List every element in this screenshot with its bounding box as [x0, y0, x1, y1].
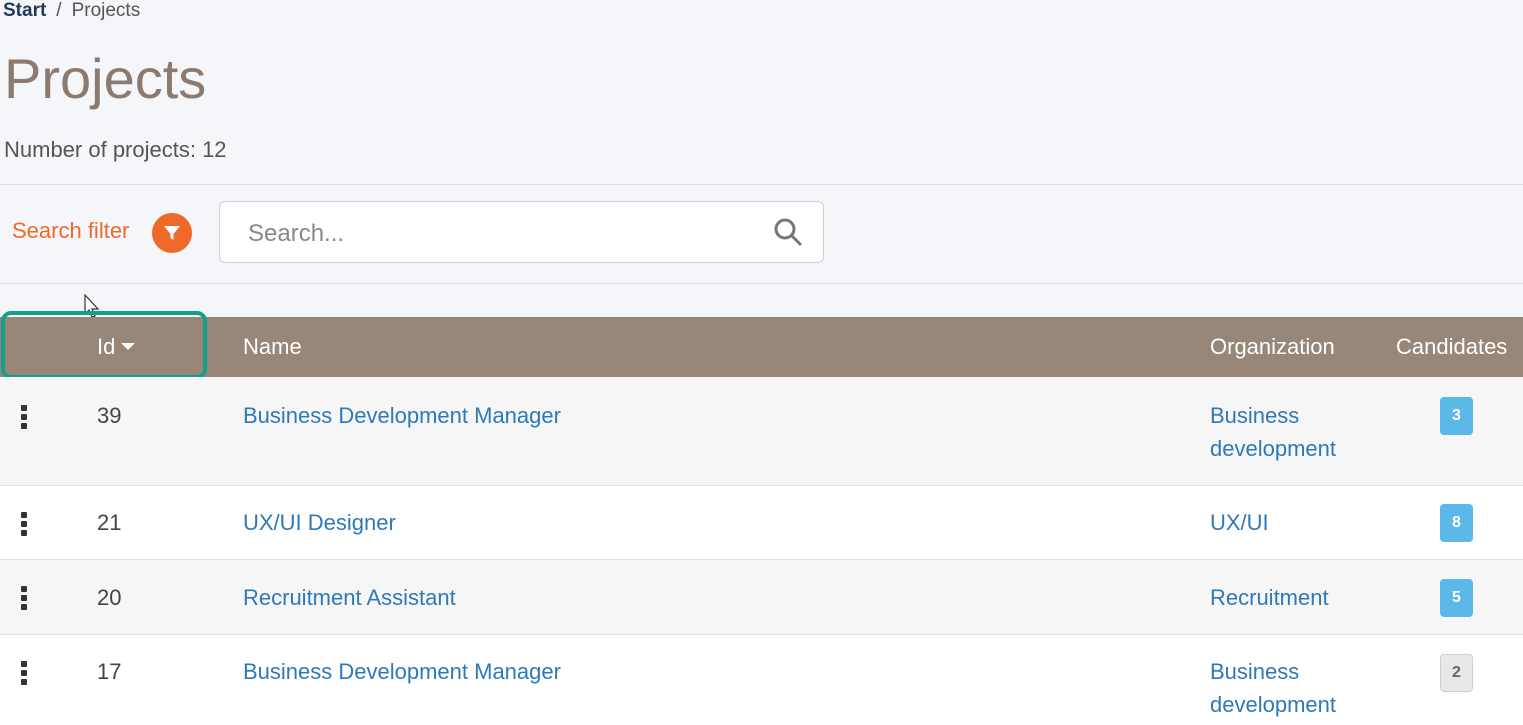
- id-column-highlight: [1, 311, 207, 379]
- row-id: 20: [97, 585, 122, 610]
- organization-link[interactable]: Recruitment: [1210, 581, 1329, 614]
- project-count: Number of projects: 12: [4, 137, 227, 162]
- table-row: 21 UX/UI Designer UX/UI 8: [0, 486, 1523, 560]
- column-header-organization[interactable]: Organization: [1210, 317, 1335, 377]
- project-name-link[interactable]: UX/UI Designer: [243, 506, 396, 539]
- organization-line-2: development: [1210, 436, 1336, 461]
- row-id: 39: [97, 403, 122, 428]
- row-id: 21: [97, 510, 122, 535]
- breadcrumb-start-link[interactable]: Start: [3, 0, 46, 21]
- breadcrumb-separator: /: [56, 0, 62, 21]
- divider-top: [0, 184, 1523, 185]
- column-header-candidates[interactable]: Candidates: [1396, 317, 1507, 377]
- breadcrumb: Start / Projects: [3, 0, 140, 22]
- column-header-name[interactable]: Name: [243, 317, 302, 377]
- organization-line-2: development: [1210, 692, 1336, 717]
- search-input[interactable]: [246, 214, 750, 254]
- row-id: 17: [97, 659, 122, 684]
- search-icon[interactable]: [773, 217, 803, 252]
- table-row: 39 Business Development Manager Business…: [0, 377, 1523, 486]
- row-menu-icon[interactable]: [21, 661, 27, 688]
- search-filter-link[interactable]: Search filter: [12, 215, 129, 247]
- row-menu-icon[interactable]: [21, 405, 27, 432]
- candidates-badge[interactable]: 3: [1440, 397, 1473, 435]
- project-name-link[interactable]: Business Development Manager: [243, 655, 561, 688]
- organization-line-1: Business: [1210, 403, 1300, 428]
- search-box: [219, 201, 824, 263]
- table-header: Id Name Organization Candidates: [0, 317, 1523, 377]
- project-name-link[interactable]: Business Development Manager: [243, 399, 561, 432]
- filter-icon[interactable]: [152, 213, 192, 253]
- organization-link[interactable]: Business development: [1210, 655, 1336, 721]
- table-row: 17 Business Development Manager Business…: [0, 635, 1523, 725]
- candidates-badge[interactable]: 8: [1440, 504, 1473, 542]
- table-row: 20 Recruitment Assistant Recruitment 5: [0, 560, 1523, 635]
- row-menu-icon[interactable]: [21, 512, 27, 539]
- organization-link[interactable]: Business development: [1210, 399, 1336, 465]
- row-menu-icon[interactable]: [21, 586, 27, 613]
- candidates-badge[interactable]: 5: [1440, 579, 1473, 617]
- candidates-badge[interactable]: 2: [1440, 654, 1473, 692]
- organization-link[interactable]: UX/UI: [1210, 506, 1269, 539]
- breadcrumb-current: Projects: [71, 0, 141, 21]
- page-title: Projects: [4, 47, 207, 110]
- organization-line-1: Business: [1210, 659, 1300, 684]
- divider-bottom: [0, 283, 1523, 284]
- project-name-link[interactable]: Recruitment Assistant: [243, 581, 456, 614]
